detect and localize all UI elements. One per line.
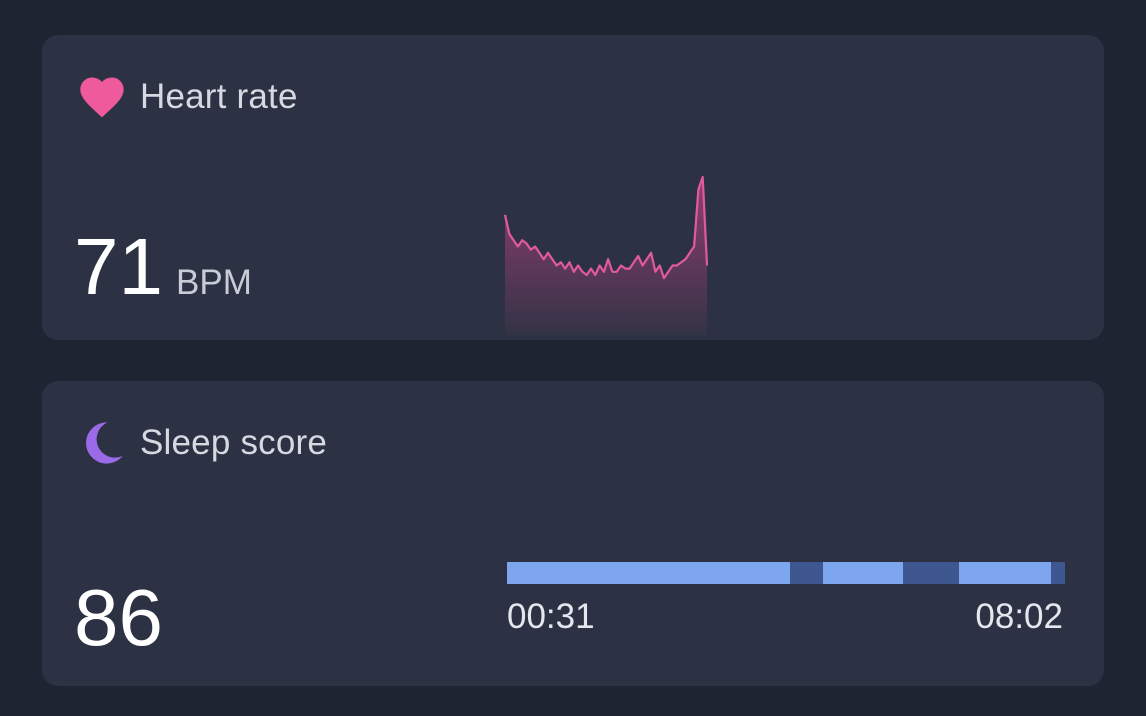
heart-rate-chart bbox=[503, 175, 709, 335]
sleep-score-value: 86 bbox=[74, 573, 163, 662]
sleep-start-time: 00:31 bbox=[507, 597, 595, 636]
heart-rate-area bbox=[505, 177, 707, 335]
sleep-end-time: 08:02 bbox=[975, 597, 1063, 636]
sleep-stages-bar bbox=[507, 562, 1065, 584]
sleep-segment bbox=[507, 562, 791, 584]
sleep-segment bbox=[958, 562, 1052, 584]
sleep-score-title: Sleep score bbox=[140, 423, 328, 462]
heart-rate-value: 71 bbox=[74, 222, 163, 311]
heart-rate-unit: BPM bbox=[176, 263, 252, 302]
heart-rate-card[interactable]: Heart rate 71 BPM bbox=[42, 35, 1104, 340]
moon-icon bbox=[86, 422, 123, 464]
heart-rate-title: Heart rate bbox=[140, 77, 298, 116]
heart-icon bbox=[80, 77, 124, 118]
sleep-score-card[interactable]: Sleep score 86 00:31 08:02 bbox=[42, 381, 1104, 686]
sleep-segment bbox=[822, 562, 904, 584]
